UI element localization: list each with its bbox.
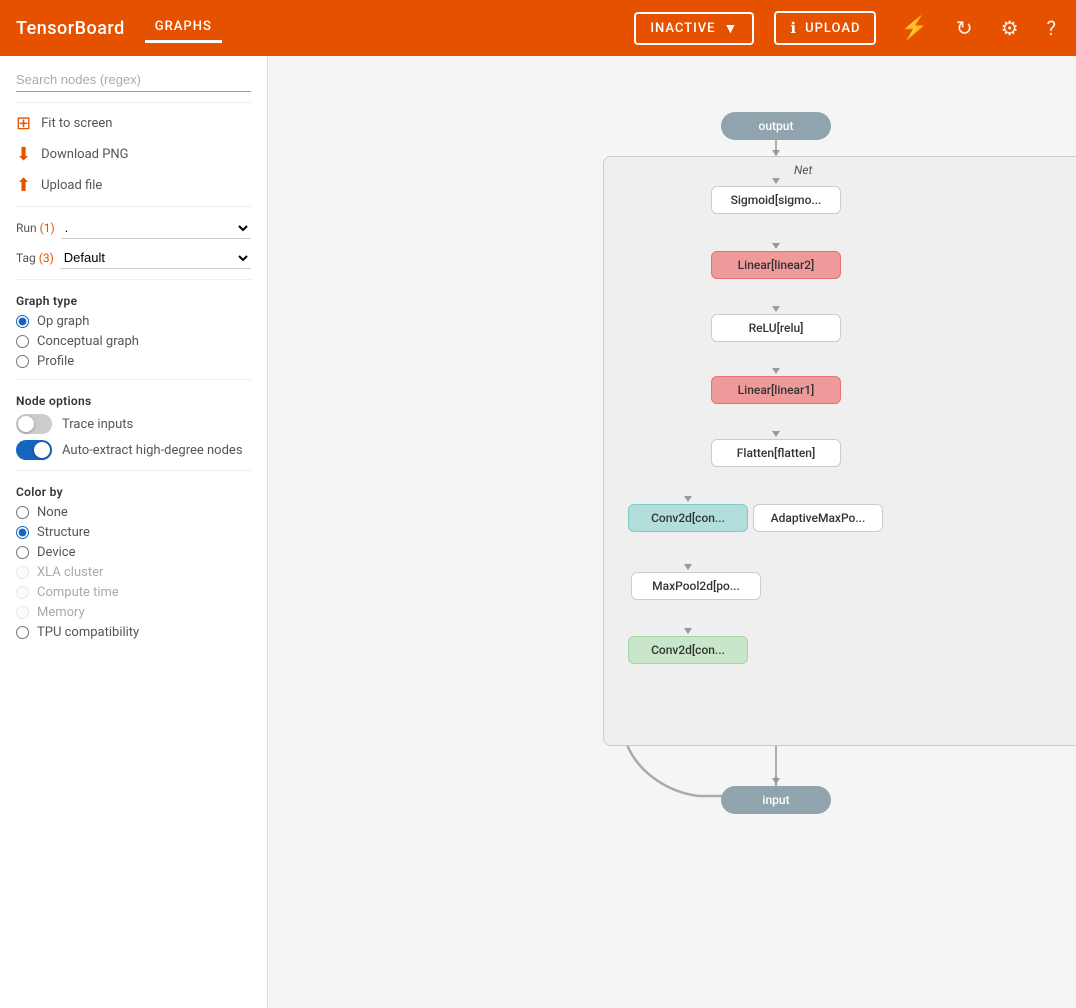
none-label: None bbox=[37, 505, 68, 520]
upload-icon: ⬆ bbox=[16, 175, 31, 196]
toggle-slider-trace bbox=[16, 414, 52, 434]
status-dropdown[interactable]: INACTIVE ▼ bbox=[634, 12, 754, 45]
sidebar: ⊞ Fit to screen ⬇ Download PNG ⬆ Upload … bbox=[0, 56, 268, 1008]
settings-icon[interactable]: ⚙ bbox=[997, 12, 1023, 44]
run-select[interactable]: . bbox=[61, 217, 251, 239]
tag-label: Tag (3) bbox=[16, 251, 54, 265]
search-input[interactable] bbox=[16, 68, 251, 92]
radio-profile[interactable]: Profile bbox=[16, 354, 251, 369]
conv2d-bottom-node[interactable]: Conv2d[con... bbox=[628, 636, 748, 664]
radio-compute-time[interactable]: Compute time bbox=[16, 585, 251, 600]
info-icon: ℹ bbox=[790, 19, 797, 37]
tag-select[interactable]: Default bbox=[60, 247, 251, 269]
auto-extract-toggle-row: Auto-extract high-degree nodes bbox=[16, 440, 251, 460]
conv2d-top-node[interactable]: Conv2d[con... bbox=[628, 504, 748, 532]
search-container bbox=[16, 68, 251, 92]
input-node[interactable]: input bbox=[721, 786, 831, 814]
help-icon[interactable]: ? bbox=[1043, 12, 1060, 44]
maxpool-node[interactable]: MaxPool2d[po... bbox=[631, 572, 761, 600]
linear2-node[interactable]: Linear[linear2] bbox=[711, 251, 841, 279]
radio-none[interactable]: None bbox=[16, 505, 251, 520]
radio-tpu-compatibility[interactable]: TPU compatibility bbox=[16, 625, 251, 640]
output-node[interactable]: output bbox=[721, 112, 831, 140]
structure-label: Structure bbox=[37, 525, 90, 540]
upload-button[interactable]: ℹ UPLOAD bbox=[774, 11, 876, 45]
header: TensorBoard GRAPHS INACTIVE ▼ ℹ UPLOAD ⚡… bbox=[0, 0, 1076, 56]
sigmoid-node[interactable]: Sigmoid[sigmo... bbox=[711, 186, 841, 214]
adaptive-maxpool-node[interactable]: AdaptiveMaxPo... bbox=[753, 504, 883, 532]
status-label: INACTIVE bbox=[650, 21, 715, 36]
tag-row: Tag (3) Default bbox=[16, 247, 251, 269]
auto-extract-toggle[interactable] bbox=[16, 440, 52, 460]
download-icon: ⬇ bbox=[16, 144, 31, 165]
memory-label: Memory bbox=[37, 605, 85, 620]
trace-inputs-toggle[interactable] bbox=[16, 414, 52, 434]
run-label: Run (1) bbox=[16, 221, 55, 235]
nav-graphs[interactable]: GRAPHS bbox=[145, 13, 222, 43]
upload-file-button[interactable]: ⬆ Upload file bbox=[16, 175, 251, 196]
relu-node[interactable]: ReLU[relu] bbox=[711, 314, 841, 342]
toggle-knob-auto bbox=[34, 442, 50, 458]
node-options-title: Node options bbox=[16, 394, 251, 408]
radio-memory[interactable]: Memory bbox=[16, 605, 251, 620]
flatten-node[interactable]: Flatten[flatten] bbox=[711, 439, 841, 467]
radio-conceptual-graph[interactable]: Conceptual graph bbox=[16, 334, 251, 349]
xla-cluster-label: XLA cluster bbox=[37, 565, 103, 580]
refresh-icon[interactable]: ↻ bbox=[952, 12, 977, 44]
compute-time-label: Compute time bbox=[37, 585, 119, 600]
toggle-knob-trace bbox=[18, 416, 34, 432]
fit-to-screen-button[interactable]: ⊞ Fit to screen bbox=[16, 113, 251, 134]
radio-device[interactable]: Device bbox=[16, 545, 251, 560]
run-row: Run (1) . bbox=[16, 217, 251, 239]
toggle-slider-auto bbox=[16, 440, 52, 460]
conceptual-graph-label: Conceptual graph bbox=[37, 334, 139, 349]
download-png-label: Download PNG bbox=[41, 147, 128, 162]
net-label: Net bbox=[794, 163, 812, 177]
bolt-icon[interactable]: ⚡ bbox=[896, 12, 931, 45]
fit-to-screen-label: Fit to screen bbox=[41, 116, 112, 131]
main-layout: ⊞ Fit to screen ⬇ Download PNG ⬆ Upload … bbox=[0, 56, 1076, 1008]
op-graph-label: Op graph bbox=[37, 314, 89, 329]
device-label: Device bbox=[37, 545, 76, 560]
graph-canvas: output Net Sigmoid[sigmo... Linear[linea… bbox=[268, 56, 1076, 1008]
graph-area[interactable]: output Net Sigmoid[sigmo... Linear[linea… bbox=[268, 56, 1076, 1008]
profile-label: Profile bbox=[37, 354, 74, 369]
fit-screen-icon: ⊞ bbox=[16, 113, 31, 134]
upload-file-label: Upload file bbox=[41, 178, 102, 193]
linear1-node[interactable]: Linear[linear1] bbox=[711, 376, 841, 404]
download-png-button[interactable]: ⬇ Download PNG bbox=[16, 144, 251, 165]
app-logo: TensorBoard bbox=[16, 18, 125, 39]
auto-extract-label: Auto-extract high-degree nodes bbox=[62, 443, 243, 458]
radio-op-graph[interactable]: Op graph bbox=[16, 314, 251, 329]
radio-xla-cluster[interactable]: XLA cluster bbox=[16, 565, 251, 580]
dropdown-arrow-icon: ▼ bbox=[724, 20, 739, 37]
radio-structure[interactable]: Structure bbox=[16, 525, 251, 540]
color-by-title: Color by bbox=[16, 485, 251, 499]
graph-type-title: Graph type bbox=[16, 294, 251, 308]
trace-inputs-toggle-row: Trace inputs bbox=[16, 414, 251, 434]
trace-inputs-label: Trace inputs bbox=[62, 417, 133, 432]
tpu-compatibility-label: TPU compatibility bbox=[37, 625, 139, 640]
